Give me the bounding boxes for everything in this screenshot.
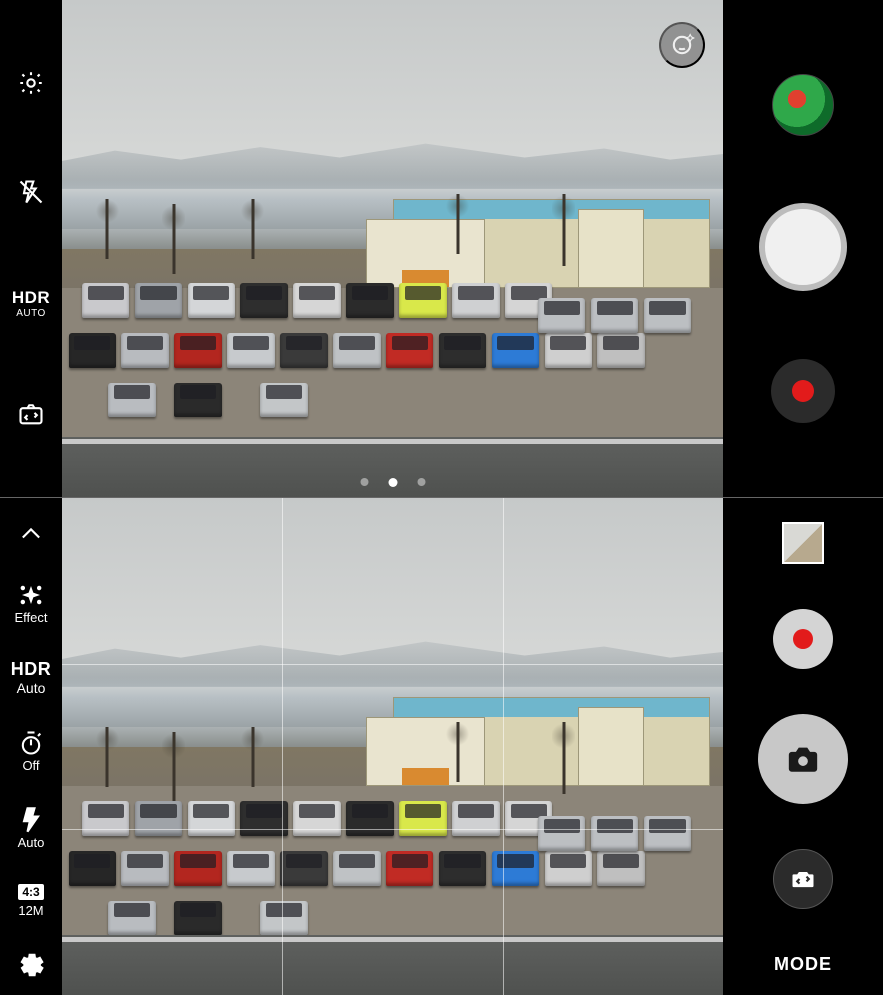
sparkle-icon [17,581,45,609]
right-toolbar-bottom: MODE [723,498,883,995]
resolution-label: 12M [18,904,43,918]
record-icon [792,380,814,402]
flash-button[interactable]: Auto [17,806,45,850]
viewfinder-bottom[interactable] [62,498,723,995]
record-button-bottom[interactable] [773,609,833,669]
flash-icon [17,806,45,834]
timer-label: Off [22,759,39,773]
right-toolbar-top [723,0,883,497]
preview-scene-bottom [62,498,723,995]
viewfinder-top[interactable] [62,0,723,497]
effect-button[interactable]: Effect [14,581,47,625]
mode-button[interactable]: MODE [774,954,832,975]
left-toolbar-top: HDR AUTO [0,0,62,497]
flash-label: Auto [18,836,45,850]
shutter-button[interactable] [759,203,847,291]
hdr-sublabel: AUTO [16,308,46,319]
gear-icon [17,69,45,97]
aspect-ratio-button[interactable]: 4:3 12M [18,884,43,918]
parrot-thumbnail-image [773,75,833,135]
camera-app-top: HDR AUTO [0,0,883,497]
thumbnail-image [784,524,822,562]
pager-dot-2[interactable] [417,478,425,486]
pager-dots[interactable] [360,478,425,487]
preview-scene [62,0,723,497]
switch-camera-icon [17,400,45,428]
switch-camera-button[interactable] [17,400,45,428]
ratio-badge: 4:3 [18,884,43,900]
camera-icon [786,742,820,776]
hdr-button[interactable]: HDR Auto [11,659,52,696]
gear-icon [17,951,45,979]
pager-dot-1[interactable] [388,478,397,487]
record-button[interactable] [771,359,835,423]
switch-camera-icon [789,865,817,893]
collapse-button[interactable] [17,520,45,548]
hdr-sublabel-bottom: Auto [17,680,46,696]
left-toolbar-bottom: Effect HDR Auto Off Auto 4:3 12M [0,498,62,995]
grid-line-h2 [62,829,723,830]
switch-camera-button-bottom[interactable] [773,849,833,909]
timer-button[interactable]: Off [17,729,45,773]
grid-line-v1 [282,498,283,995]
hdr-label: HDR [12,288,50,308]
record-icon [793,629,813,649]
beauty-mode-button[interactable] [659,22,705,68]
face-retouch-icon [668,31,696,59]
camera-app-bottom: Effect HDR Auto Off Auto 4:3 12M [0,497,883,995]
flash-off-button[interactable] [17,178,45,206]
grid-line-h1 [62,664,723,665]
timer-icon [17,729,45,757]
gallery-thumbnail-button[interactable] [772,74,834,136]
settings-button[interactable] [17,69,45,97]
mode-label: MODE [774,954,832,975]
hdr-toggle-button[interactable]: HDR AUTO [12,288,50,319]
pager-dot-0[interactable] [360,478,368,486]
shutter-button-bottom[interactable] [758,714,848,804]
hdr-label-bottom: HDR [11,659,52,680]
grid-line-v2 [503,498,504,995]
chevron-up-icon [17,520,45,548]
settings-button-bottom[interactable] [17,951,45,979]
effect-label: Effect [14,611,47,625]
flash-off-icon [17,178,45,206]
gallery-thumbnail-button-bottom[interactable] [782,522,824,564]
